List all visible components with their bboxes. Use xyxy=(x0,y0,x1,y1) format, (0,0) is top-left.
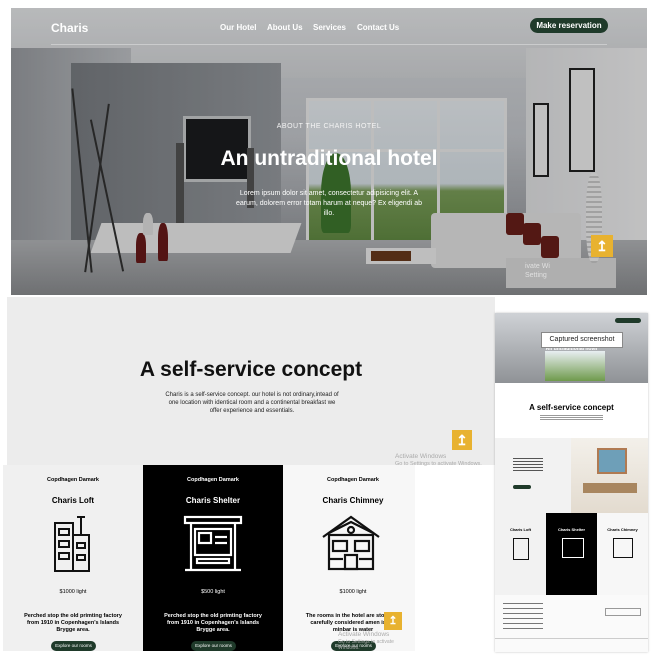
nav-about-us[interactable]: About Us xyxy=(267,23,303,32)
thumb-reserve-button xyxy=(615,318,641,323)
activate-watermark: ivate Wi Setting xyxy=(525,263,550,279)
hero-body: Lorem ipsum dolor sit amet, consectetur … xyxy=(236,190,422,217)
card-title: Charis Shelter xyxy=(185,496,241,505)
card-location: Copdhagen Damark xyxy=(187,477,239,483)
card-body: Perched stop the old primting factory fr… xyxy=(164,613,262,633)
activate-windows-hint: Go to Settings to activate Windows. xyxy=(338,639,394,651)
card-price: $500 light xyxy=(201,589,225,595)
arrow-up-icon: ↥ xyxy=(388,615,398,627)
card-location: Copdhagen Damark xyxy=(47,477,99,483)
bus-shelter-icon xyxy=(183,515,243,572)
room-card-shelter: Copdhagen Damark Charis Shelter $500 lig… xyxy=(143,465,283,651)
scroll-top-button[interactable]: ↥ xyxy=(452,430,472,450)
thumb-building-icon xyxy=(513,538,529,560)
thumb-about xyxy=(495,438,571,513)
house-icon xyxy=(322,515,380,571)
concept-title: A self-service concept xyxy=(139,358,363,381)
captured-screenshot-tooltip: Captured screenshot xyxy=(541,332,623,348)
building-icon xyxy=(54,516,90,572)
thumb-sofa xyxy=(583,483,637,493)
nav-contact-us[interactable]: Contact Us xyxy=(357,23,399,32)
thumb-house-icon xyxy=(613,538,633,558)
room-card-loft: Copdhagen Damark Charis Loft $1000 light… xyxy=(3,465,143,651)
make-reservation-button[interactable]: Make reservation xyxy=(530,18,608,33)
thumb-card-title: Charis Shelter xyxy=(557,527,586,532)
thumb-concept-title: A self-service concept xyxy=(529,403,614,412)
card-location: Copdhagen Damark xyxy=(327,477,379,483)
scroll-top-button[interactable]: ↥ xyxy=(384,612,402,630)
thumb-window xyxy=(545,351,605,381)
scroll-top-button[interactable]: ↥ xyxy=(591,235,613,257)
concept-body: Charis is a self-service concept. our ho… xyxy=(165,392,339,414)
brand-logo[interactable]: Charis xyxy=(51,21,88,35)
card-body: Perched stop the old primting factory fr… xyxy=(24,613,122,633)
thumb-about-button xyxy=(513,485,531,489)
thumb-concept-body xyxy=(540,415,603,421)
activate-windows-title: Activate Windows xyxy=(338,631,390,638)
nav-divider xyxy=(51,44,607,45)
thumb-card-title: Charis Chimney xyxy=(607,527,638,532)
arrow-up-icon: ↥ xyxy=(596,238,608,254)
thumb-footer-links xyxy=(503,603,543,633)
card-price: $1000 light xyxy=(339,589,367,595)
screenshot-thumbnail[interactable]: An untraditional hotel A self-service co… xyxy=(495,313,648,652)
hero-kicker: ABOUT THE CHARIS HOTEL xyxy=(276,123,382,130)
explore-rooms-button[interactable]: Explore our rooms xyxy=(191,641,236,651)
thumb-shelter-icon xyxy=(562,538,584,558)
hero-title: An untraditional hotel xyxy=(220,147,438,170)
thumb-painting xyxy=(597,448,627,474)
nav-our-hotel[interactable]: Our Hotel xyxy=(220,23,256,32)
card-price: $1000 light xyxy=(59,589,87,595)
thumb-card-title: Charis Loft xyxy=(509,527,532,532)
hero-section: Charis Our Hotel About Us Services Conta… xyxy=(11,8,647,295)
thumb-about-text xyxy=(513,458,543,472)
nav-services[interactable]: Services xyxy=(313,23,346,32)
card-title: Charis Chimney xyxy=(322,496,384,505)
explore-rooms-button[interactable]: Explore our rooms xyxy=(51,641,96,651)
concept-section: A self-service concept Charis is a self-… xyxy=(7,297,495,467)
thumb-footer-divider xyxy=(495,638,648,639)
card-title: Charis Loft xyxy=(51,496,95,505)
thumb-footer-input xyxy=(605,608,641,616)
arrow-up-icon: ↥ xyxy=(456,432,468,448)
activate-windows-title: Activate Windows xyxy=(395,453,447,460)
